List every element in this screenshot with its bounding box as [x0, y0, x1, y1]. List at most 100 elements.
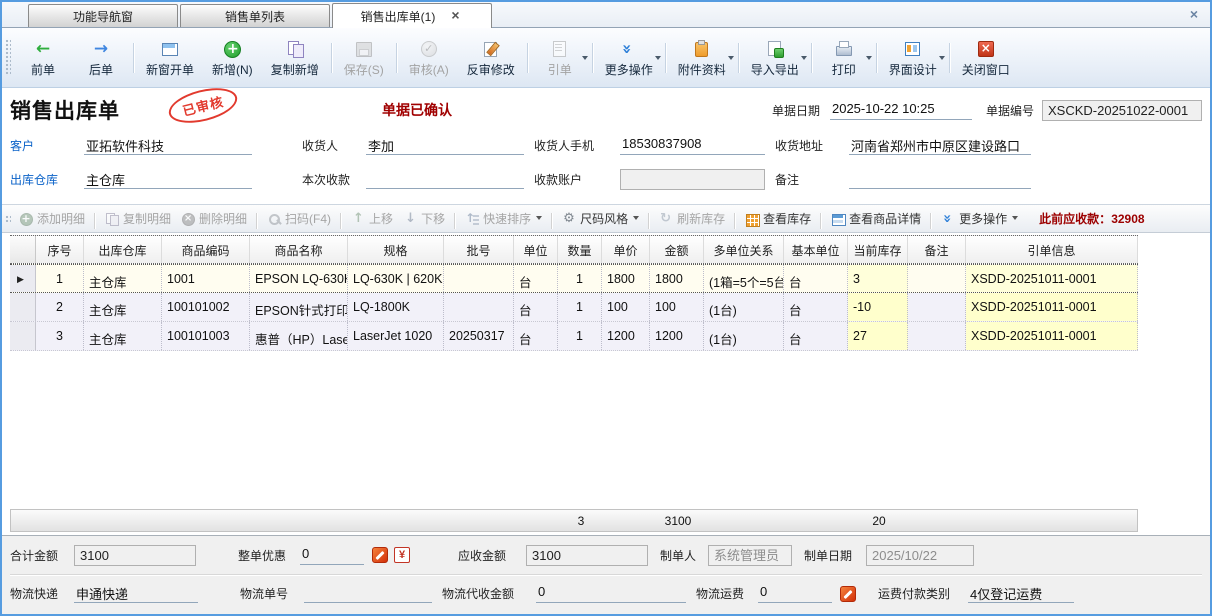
total-amount-label: 合计金额 — [10, 547, 68, 564]
dropdown-arrow-icon[interactable] — [866, 56, 872, 63]
cell-spec: LQ-630K | 620K — [348, 265, 444, 292]
customer-field[interactable]: 亚拓软件科技 — [84, 136, 252, 155]
save-button[interactable]: 保存(S) — [335, 36, 393, 80]
more-detail-ops-button[interactable]: 更多操作 — [936, 210, 1023, 227]
warehouse-label: 出库仓库 — [10, 171, 84, 188]
dropdown-arrow-icon[interactable] — [939, 56, 945, 63]
freight-type-field[interactable]: 4仅登记运费 — [968, 584, 1074, 603]
tab-sales-outbound[interactable]: 销售出库单(1) — [332, 3, 492, 28]
table-row[interactable]: 1 主仓库 1001 EPSON LQ-630K LQ-630K | 620K … — [10, 264, 1138, 293]
prev-button[interactable]: 前单 — [14, 36, 72, 80]
audit-button[interactable]: 审核(A) — [400, 36, 458, 80]
col-header-unit[interactable]: 单位 — [514, 236, 558, 263]
footer-row-1: 合计金额 3100 整单优惠 0 应收金额 3100 制单人 系统管理员 制单日… — [10, 536, 1202, 574]
receiver-field[interactable]: 李加 — [366, 136, 524, 155]
d-down-icon — [403, 212, 417, 226]
payment-now-field[interactable] — [366, 170, 524, 189]
close-window-button[interactable]: 关闭窗口 — [953, 36, 1019, 80]
col-header-stock[interactable]: 当前库存 — [848, 236, 908, 263]
print-button[interactable]: 打印 — [815, 36, 873, 80]
form-row-1: 客户 亚拓软件科技 收货人 李加 收货人手机 18530837908 收货地址 … — [10, 128, 1202, 162]
table-row[interactable]: 3 主仓库 100101003 惠普（HP）LaserJet LaserJet … — [10, 322, 1138, 351]
refresh-stock-button[interactable]: 刷新库存 — [654, 210, 730, 227]
move-up-button[interactable]: 上移 — [346, 210, 398, 227]
dropdown-arrow-icon[interactable] — [1012, 216, 1018, 223]
cell-price: 100 — [602, 293, 650, 321]
copy-detail-button[interactable]: 复制明细 — [100, 210, 176, 227]
total-stock: 20 — [849, 514, 909, 528]
doc-no-label: 单据编号 — [986, 102, 1034, 119]
tab-nav-window[interactable]: 功能导航窗 — [28, 4, 178, 27]
tab-sales-list[interactable]: 销售单列表 — [180, 4, 330, 27]
import-export-button[interactable]: 导入导出 — [742, 36, 808, 80]
col-header-base-unit[interactable]: 基本单位 — [784, 236, 848, 263]
col-header-code[interactable]: 商品编码 — [162, 236, 250, 263]
move-down-button[interactable]: 下移 — [398, 210, 450, 227]
detail-toolbar: 添加明细 复制明细 删除明细 扫码(F4) 上移 下移 — [2, 204, 1210, 233]
cell-product: 惠普（HP）LaserJet — [250, 322, 348, 350]
more-ops-button[interactable]: 更多操作 — [596, 36, 662, 80]
col-header-qty[interactable]: 数量 — [558, 236, 602, 263]
next-button[interactable]: 后单 — [72, 36, 130, 80]
window-close-icon[interactable]: × — [1190, 6, 1198, 22]
warehouse-field[interactable]: 主仓库 — [84, 170, 252, 189]
unaudit-button[interactable]: 反审修改 — [458, 36, 524, 80]
remark-label: 备注 — [775, 171, 849, 188]
col-header-seq[interactable]: 序号 — [36, 236, 84, 263]
round-off-icon[interactable] — [394, 547, 410, 563]
pull-order-button[interactable]: 引单 — [531, 36, 589, 80]
edit-discount-icon[interactable] — [372, 547, 388, 563]
add-detail-button[interactable]: 添加明细 — [14, 210, 90, 227]
discount-field[interactable]: 0 — [300, 546, 364, 565]
scan-button[interactable]: 扫码(F4) — [262, 210, 336, 227]
col-header-warehouse[interactable]: 出库仓库 — [84, 236, 162, 263]
dropdown-arrow-icon[interactable] — [582, 56, 588, 63]
dropdown-arrow-icon[interactable] — [536, 216, 542, 223]
cod-amount-label: 物流代收金额 — [442, 585, 528, 602]
col-header-ref[interactable]: 引单信息 — [966, 236, 1138, 263]
new-window-button[interactable]: 新窗开单 — [137, 36, 203, 80]
creator-field: 系统管理员 — [708, 545, 792, 566]
prior-receivable-value: 32908 — [1111, 212, 1144, 226]
table-row[interactable]: 2 主仓库 100101002 EPSON针式打印机 LQ-1800K 台 1 … — [10, 293, 1138, 322]
dropdown-arrow-icon[interactable] — [655, 56, 661, 63]
col-header-product[interactable]: 商品名称 — [250, 236, 348, 263]
col-header-multi-unit[interactable]: 多单位关系 — [704, 236, 784, 263]
remark-field[interactable] — [849, 170, 1031, 189]
copy-add-button[interactable]: 复制新增 — [262, 36, 328, 80]
d-detail-icon — [831, 212, 845, 226]
total-amount-field: 3100 — [74, 545, 196, 566]
view-stock-button[interactable]: 查看库存 — [740, 210, 816, 227]
attachment-button[interactable]: 附件资料 — [669, 36, 735, 80]
tab-close-icon[interactable] — [451, 10, 463, 22]
edit-freight-icon[interactable] — [840, 586, 856, 602]
size-style-button[interactable]: 尺码风格 — [557, 210, 644, 227]
doc-date-field[interactable]: 2025-10-22 10:25 — [830, 101, 972, 120]
page-title: 销售出库单 — [10, 95, 120, 125]
receiver-phone-field[interactable]: 18530837908 — [620, 136, 765, 155]
address-label: 收货地址 — [775, 137, 849, 154]
dropdown-arrow-icon[interactable] — [633, 216, 639, 223]
col-header-amount[interactable]: 金额 — [650, 236, 704, 263]
view-product-button[interactable]: 查看商品详情 — [826, 210, 926, 227]
col-header-batch[interactable]: 批号 — [444, 236, 514, 263]
cell-note — [908, 265, 966, 292]
dropdown-arrow-icon[interactable] — [728, 56, 734, 63]
add-new-icon — [223, 40, 241, 58]
receivable-field: 3100 — [526, 545, 648, 566]
col-header-note[interactable]: 备注 — [908, 236, 966, 263]
col-header-spec[interactable]: 规格 — [348, 236, 444, 263]
add-button[interactable]: 新增(N) — [203, 36, 262, 80]
tracking-no-field[interactable] — [304, 584, 432, 603]
col-header-price[interactable]: 单价 — [602, 236, 650, 263]
cod-amount-field[interactable]: 0 — [536, 584, 686, 603]
app-window: { "window": { "close_glyph": "×" }, "col… — [0, 0, 1212, 616]
ui-design-button[interactable]: 界面设计 — [880, 36, 946, 80]
next-arrow-icon — [92, 40, 110, 58]
dropdown-arrow-icon[interactable] — [801, 56, 807, 63]
address-field[interactable]: 河南省郑州市中原区建设路口 — [849, 136, 1031, 155]
freight-field[interactable]: 0 — [758, 584, 832, 603]
quick-sort-button[interactable]: 快速排序 — [460, 210, 547, 227]
logistics-field[interactable]: 申通快递 — [74, 584, 198, 603]
delete-detail-button[interactable]: 删除明细 — [176, 210, 252, 227]
